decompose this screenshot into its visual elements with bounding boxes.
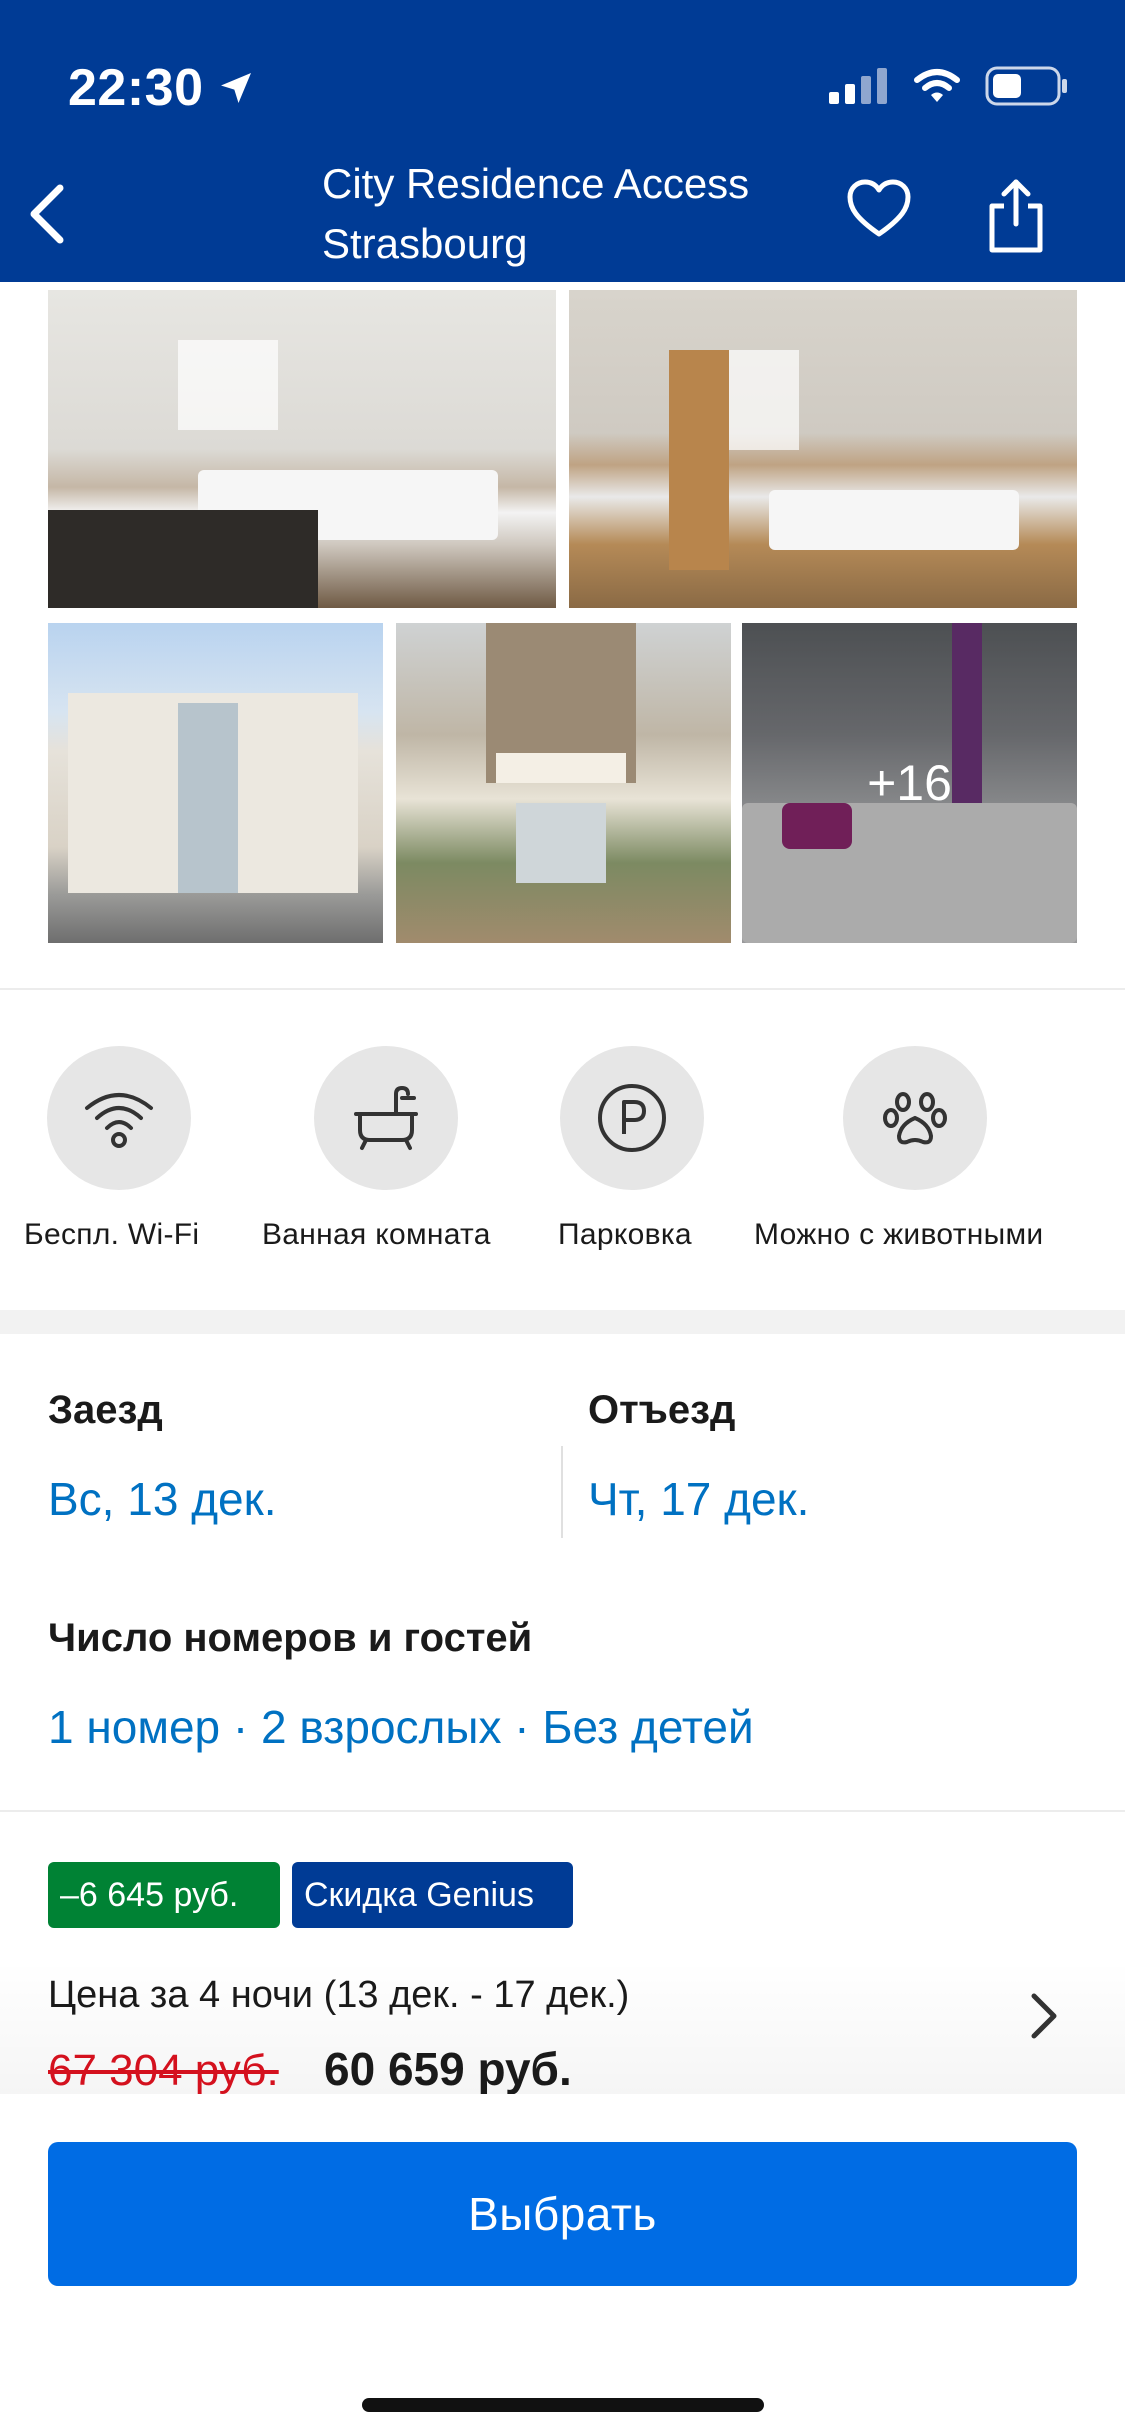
hotel-photo-room-1[interactable] xyxy=(48,290,556,608)
amenity-wifi-label: Беспл. Wi-Fi xyxy=(24,1218,200,1251)
guests-value[interactable]: 1 номер · 2 взрослых · Без детей xyxy=(48,1700,754,1754)
section-separator xyxy=(0,1310,1125,1334)
amenity-bathroom-label: Ванная комната xyxy=(262,1218,491,1251)
paw-icon xyxy=(883,1092,947,1145)
date-separator xyxy=(561,1446,563,1538)
chevron-right-icon[interactable] xyxy=(1026,1990,1060,2042)
signal-icon xyxy=(829,68,887,104)
more-photos-count: +16 xyxy=(867,755,952,811)
page-title-line1: City Residence Access xyxy=(322,160,750,207)
hotel-photo-room-2[interactable] xyxy=(569,290,1077,608)
checkout-label: Отъезд xyxy=(588,1388,736,1432)
divider xyxy=(0,1810,1125,1812)
heart-icon[interactable] xyxy=(846,178,912,240)
status-indicators xyxy=(829,66,1069,106)
bathtub-icon xyxy=(354,1085,418,1150)
guests-label: Число номеров и гостей xyxy=(48,1616,533,1660)
discount-badge: –6 645 руб. xyxy=(48,1862,280,1928)
hotel-photo-exterior[interactable] xyxy=(48,623,383,943)
checkout-date[interactable]: Чт, 17 дек. xyxy=(588,1472,809,1526)
amenity-parking-label: Парковка xyxy=(558,1218,692,1251)
amenity-pets-label: Можно с животными xyxy=(754,1218,1044,1251)
wifi-icon xyxy=(85,1093,153,1148)
checkin-date[interactable]: Вс, 13 дек. xyxy=(48,1472,277,1526)
old-price: 67 304 руб. xyxy=(48,2046,279,2095)
select-button[interactable]: Выбрать xyxy=(48,2142,1077,2286)
home-indicator xyxy=(362,2398,764,2412)
status-time-text: 22:30 xyxy=(68,59,204,117)
genius-badge: Скидка Genius xyxy=(292,1862,573,1928)
new-price: 60 659 руб. xyxy=(324,2043,572,2095)
hotel-photo-entrance[interactable] xyxy=(396,623,731,943)
checkin-label: Заезд xyxy=(48,1388,163,1432)
amenity-wifi[interactable] xyxy=(47,1046,191,1190)
parking-icon xyxy=(598,1084,666,1152)
battery-icon xyxy=(985,66,1067,106)
location-arrow-icon xyxy=(220,73,251,103)
status-time: 22:30 xyxy=(68,58,256,118)
amenity-parking[interactable] xyxy=(560,1046,704,1190)
wifi-status-icon xyxy=(914,69,960,102)
amenity-bathroom[interactable] xyxy=(314,1046,458,1190)
back-button[interactable] xyxy=(22,182,70,246)
header: 22:30 City Residence Access Strasbourg xyxy=(0,0,1125,282)
hotel-photo-more[interactable]: +16 xyxy=(742,623,1077,943)
amenity-pets[interactable] xyxy=(843,1046,987,1190)
share-icon[interactable] xyxy=(986,176,1046,254)
divider xyxy=(0,988,1125,990)
page-title: City Residence Access Strasbourg xyxy=(322,154,842,274)
page-title-line2: Strasbourg xyxy=(322,220,528,267)
price-caption: Цена за 4 ночи (13 дек. - 17 дек.) xyxy=(48,1974,630,2016)
